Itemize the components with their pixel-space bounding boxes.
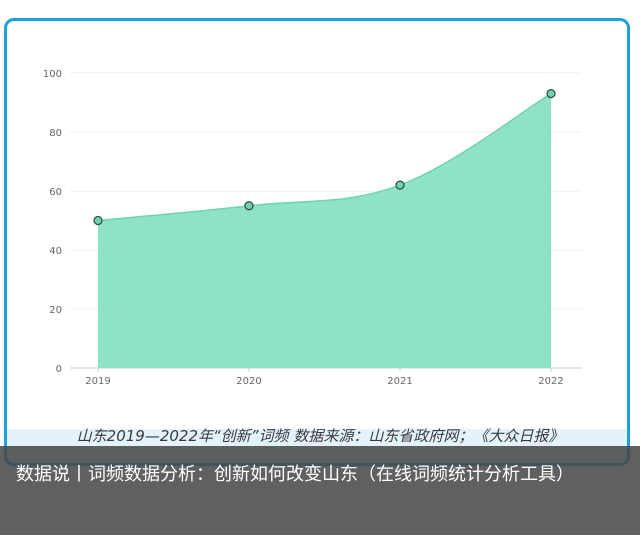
- y-axis-ticks: 0 20 40 60 80 100: [43, 69, 62, 375]
- y-tick-label: 0: [56, 364, 62, 375]
- y-tick-label: 40: [49, 246, 62, 257]
- data-point-2021[interactable]: [395, 180, 405, 190]
- y-tick-label: 100: [43, 69, 62, 80]
- y-tick-label: 20: [49, 305, 62, 316]
- area-series: [97, 93, 552, 369]
- chart-caption: 山东2019—2022年“创新”词频 数据来源：山东省政府网；《大众日报》: [76, 427, 564, 445]
- area-chart: 0 20 40 60 80 100 2019 2020 2021 2022: [43, 69, 582, 387]
- data-point-2020[interactable]: [244, 201, 254, 211]
- x-tick-label: 2019: [85, 376, 110, 387]
- article-title[interactable]: 数据说丨词频数据分析：创新如何改变山东（在线词频统计分析工具）: [16, 460, 628, 490]
- data-point-2022[interactable]: [546, 89, 556, 99]
- x-tick-label: 2020: [236, 376, 261, 387]
- x-tick-label: 2022: [538, 376, 563, 387]
- area-fill: [98, 93, 551, 369]
- x-axis-ticks: 2019 2020 2021 2022: [85, 368, 564, 387]
- data-point-2019[interactable]: [93, 215, 103, 226]
- x-tick-label: 2021: [387, 376, 412, 387]
- y-tick-label: 60: [49, 187, 62, 198]
- y-tick-label: 80: [49, 128, 62, 139]
